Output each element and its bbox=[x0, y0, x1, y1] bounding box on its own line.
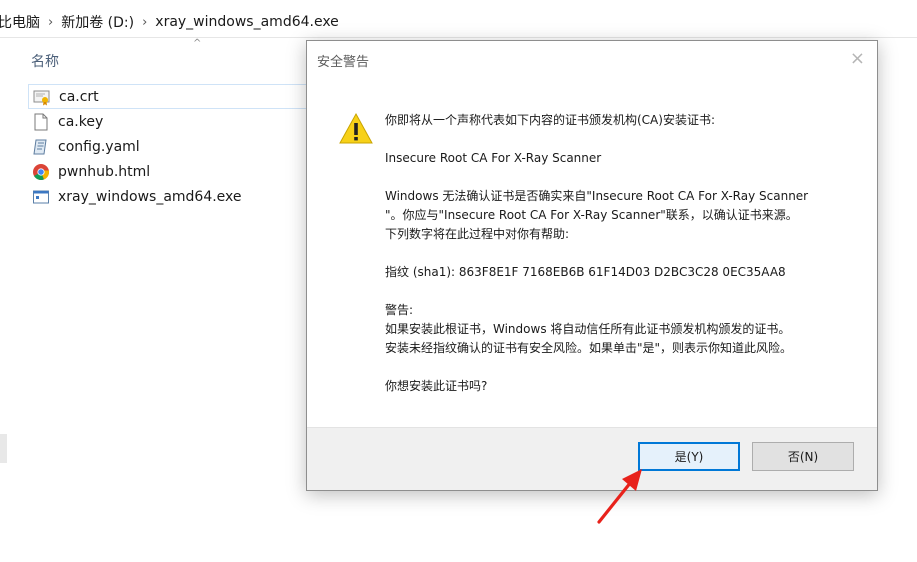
file-name: xray_windows_amd64.exe bbox=[58, 188, 242, 205]
yaml-file-icon bbox=[32, 138, 50, 156]
warning-text-2: 安装未经指纹确认的证书有安全风险。如果单击"是"，则表示你知道此风险。 bbox=[385, 341, 793, 355]
file-row-pwnhub-html[interactable]: pwnhub.html bbox=[28, 159, 313, 184]
warning-icon bbox=[338, 112, 374, 146]
warning-text-1: 如果安装此根证书，Windows 将自动信任所有此证书颁发机构颁发的证书。 bbox=[385, 322, 791, 336]
file-row-ca-crt[interactable]: ca.crt bbox=[28, 84, 313, 109]
breadcrumb-current-folder[interactable]: xray_windows_amd64.exe bbox=[151, 14, 343, 30]
sort-ascending-icon: ^ bbox=[193, 38, 202, 49]
file-list: ca.crt ca.key config.yaml pwnhub.html xr… bbox=[28, 84, 313, 209]
warning-label: 警告: bbox=[385, 303, 414, 317]
scrollbar-thumb[interactable] bbox=[0, 434, 7, 463]
breadcrumb[interactable]: 比电脑 › 新加卷 (D:) › xray_windows_amd64.exe bbox=[0, 7, 917, 38]
no-button[interactable]: 否(N) bbox=[752, 442, 854, 471]
security-warning-dialog: 安全警告 × 你即将从一个声称代表如下内容的证书颁发机构(CA)安装证书: In… bbox=[306, 40, 878, 491]
ca-name: Insecure Root CA For X-Ray Scanner bbox=[385, 151, 602, 165]
confirm-text-2: "。你应与"Insecure Root CA For X-Ray Scanner… bbox=[385, 208, 798, 222]
chevron-right-icon[interactable]: › bbox=[138, 15, 151, 30]
question-text: 你想安装此证书吗? bbox=[385, 379, 488, 393]
confirm-text-1: Windows 无法确认证书是否确实来自"Insecure Root CA Fo… bbox=[385, 189, 809, 203]
intro-text: 你即将从一个声称代表如下内容的证书颁发机构(CA)安装证书: bbox=[385, 113, 715, 127]
file-row-xray-exe[interactable]: xray_windows_amd64.exe bbox=[28, 184, 313, 209]
breadcrumb-drive-d[interactable]: 新加卷 (D:) bbox=[57, 12, 138, 32]
thumbprint-text: 指纹 (sha1): 863F8E1F 7168EB6B 61F14D03 D2… bbox=[385, 265, 786, 279]
file-name: pwnhub.html bbox=[58, 163, 151, 180]
breadcrumb-this-pc[interactable]: 比电脑 bbox=[0, 12, 44, 32]
exe-icon bbox=[32, 188, 50, 206]
file-row-config-yaml[interactable]: config.yaml bbox=[28, 134, 313, 159]
chevron-right-icon[interactable]: › bbox=[44, 15, 57, 30]
file-row-ca-key[interactable]: ca.key bbox=[28, 109, 313, 134]
close-icon[interactable]: × bbox=[850, 48, 865, 69]
red-arrow-annotation-icon bbox=[597, 469, 642, 524]
confirm-text-3: 下列数字将在此过程中对你有帮助: bbox=[385, 227, 570, 241]
file-name: ca.crt bbox=[59, 88, 99, 105]
dialog-title: 安全警告 bbox=[317, 55, 370, 70]
file-name: ca.key bbox=[58, 113, 104, 130]
column-header-name[interactable]: 名称 bbox=[31, 51, 59, 71]
blank-file-icon bbox=[32, 113, 50, 131]
chrome-icon bbox=[32, 163, 50, 181]
file-name: config.yaml bbox=[58, 138, 140, 155]
certificate-icon bbox=[33, 88, 51, 106]
dialog-message: 你即将从一个声称代表如下内容的证书颁发机构(CA)安装证书: Insecure … bbox=[385, 111, 855, 396]
